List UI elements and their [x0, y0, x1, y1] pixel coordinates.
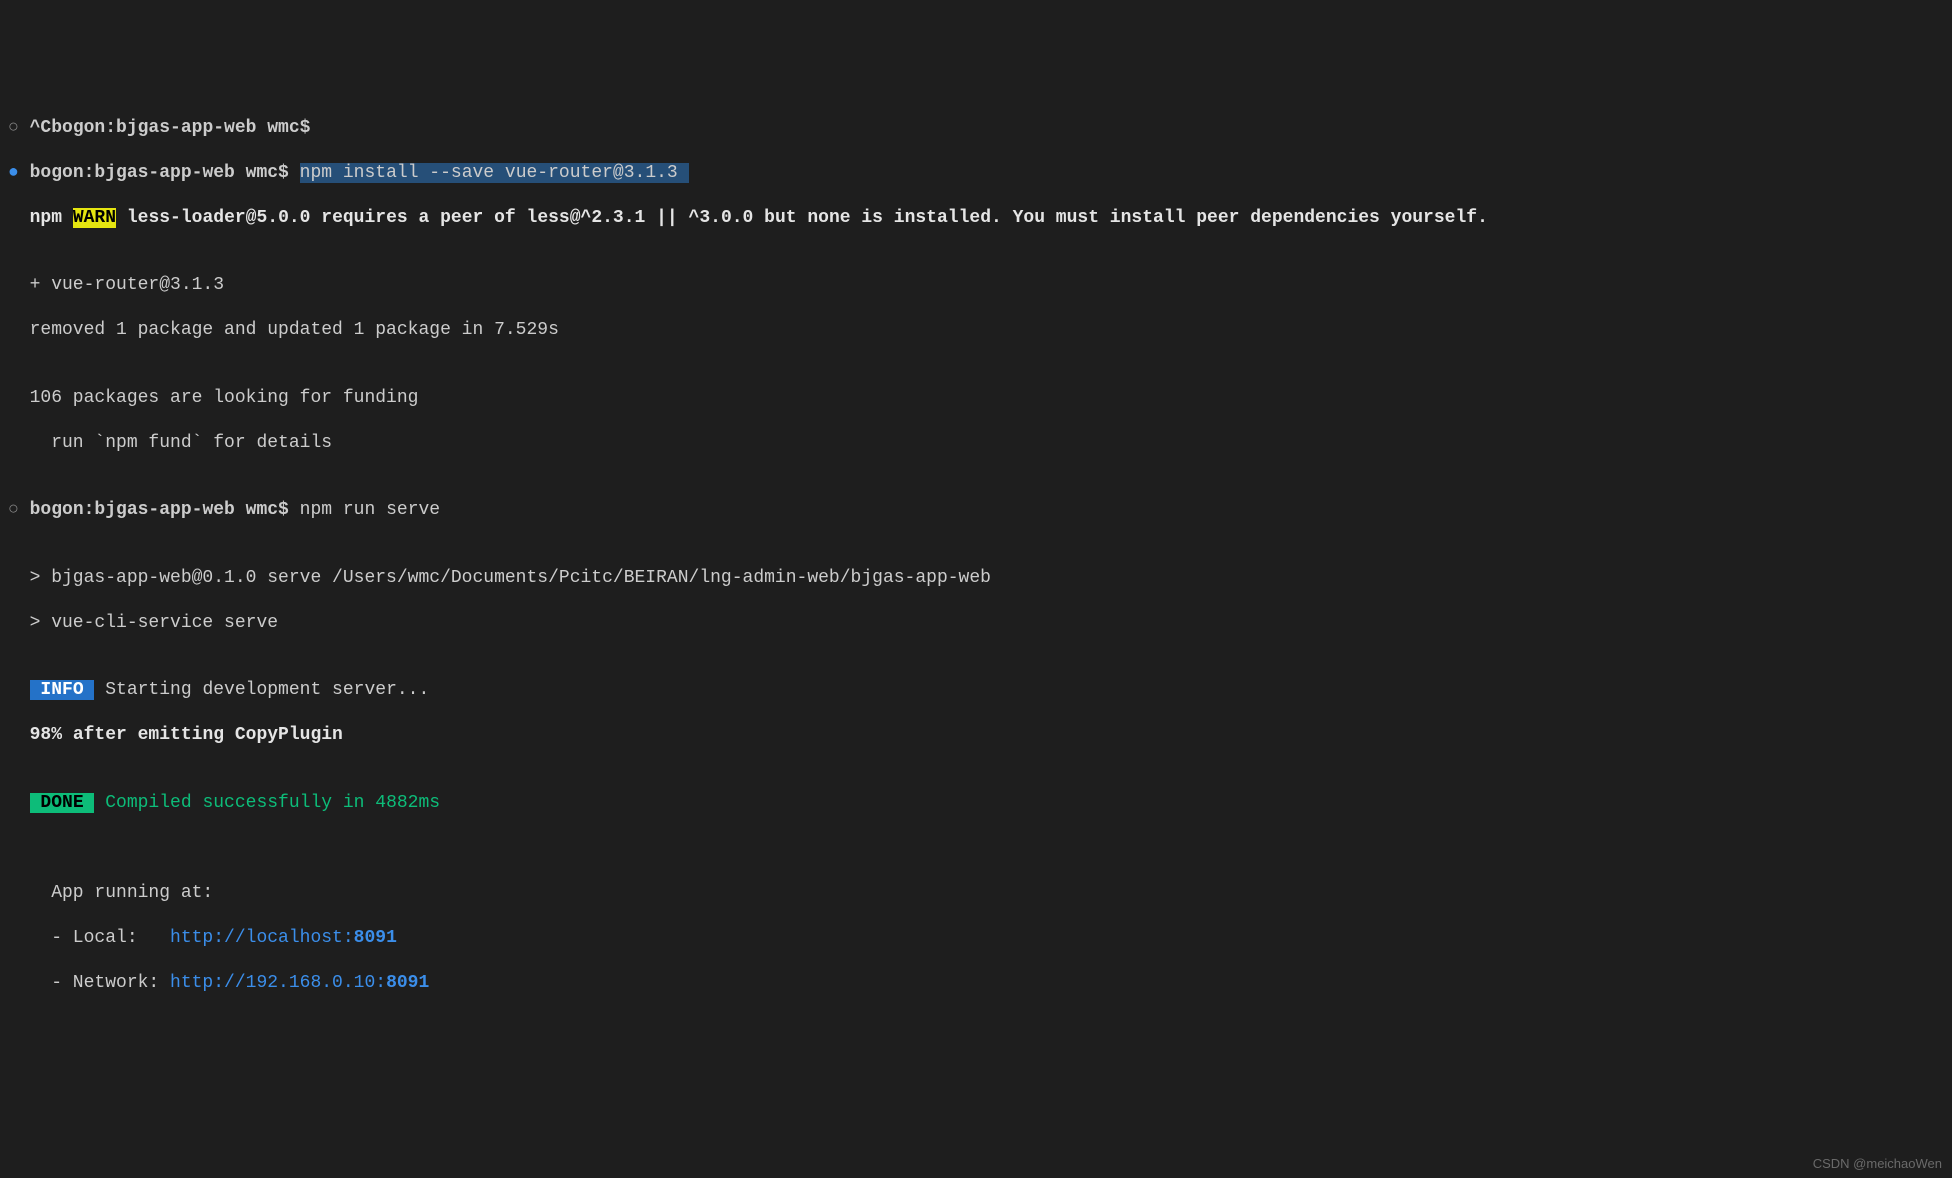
terminal-line: ○ ^Cbogon:bjgas-app-web wmc$	[0, 117, 1952, 140]
command-highlighted: npm install --save vue-router@3.1.3	[300, 163, 689, 183]
terminal-line: 98% after emitting CopyPlugin	[0, 724, 1952, 747]
terminal-line: DONE Compiled successfully in 4882ms	[0, 792, 1952, 815]
prompt-bullet: ○	[8, 118, 19, 138]
shell-prompt: bogon:bjgas-app-web wmc$	[19, 163, 300, 183]
local-port: 8091	[354, 928, 397, 948]
prompt-bullet: ●	[8, 163, 19, 183]
network-port: 8091	[386, 973, 429, 993]
command-text: npm run serve	[300, 500, 440, 520]
terminal-line: - Network: http://192.168.0.10:8091	[0, 972, 1952, 995]
terminal-line: INFO Starting development server...	[0, 679, 1952, 702]
network-url: http://192.168.0.10:	[170, 973, 386, 993]
terminal-line: App running at:	[0, 882, 1952, 905]
local-url: http://localhost:	[170, 928, 354, 948]
success-message: Compiled successfully in 4882ms	[94, 793, 440, 813]
terminal-line: - Local: http://localhost:8091	[0, 927, 1952, 950]
terminal-line: removed 1 package and updated 1 package …	[0, 319, 1952, 342]
terminal-line: ○ bogon:bjgas-app-web wmc$ npm run serve	[0, 499, 1952, 522]
info-message: Starting development server...	[94, 680, 429, 700]
watermark: CSDN @meichaoWen	[1813, 1156, 1942, 1172]
terminal-output[interactable]: ○ ^Cbogon:bjgas-app-web wmc$ ● bogon:bjg…	[0, 94, 1952, 1017]
progress-text: 98% after emitting CopyPlugin	[30, 725, 343, 745]
warn-message: less-loader@5.0.0 requires a peer of les…	[116, 208, 1488, 228]
shell-prompt: bogon:bjgas-app-web wmc$	[19, 500, 300, 520]
done-badge: DONE	[30, 793, 95, 813]
npm-label: npm	[30, 208, 62, 228]
terminal-line: 106 packages are looking for funding	[0, 387, 1952, 410]
network-label: - Network:	[8, 973, 170, 993]
terminal-line: run `npm fund` for details	[0, 432, 1952, 455]
warn-badge: WARN	[73, 208, 116, 228]
local-label: - Local:	[8, 928, 170, 948]
info-badge: INFO	[30, 680, 95, 700]
terminal-line: npm WARN less-loader@5.0.0 requires a pe…	[0, 207, 1952, 230]
terminal-line: > vue-cli-service serve	[0, 612, 1952, 635]
shell-prompt: ^Cbogon:bjgas-app-web wmc$	[19, 118, 321, 138]
terminal-line: > bjgas-app-web@0.1.0 serve /Users/wmc/D…	[0, 567, 1952, 590]
prompt-bullet: ○	[8, 500, 19, 520]
terminal-line: + vue-router@3.1.3	[0, 274, 1952, 297]
terminal-line: ● bogon:bjgas-app-web wmc$ npm install -…	[0, 162, 1952, 185]
